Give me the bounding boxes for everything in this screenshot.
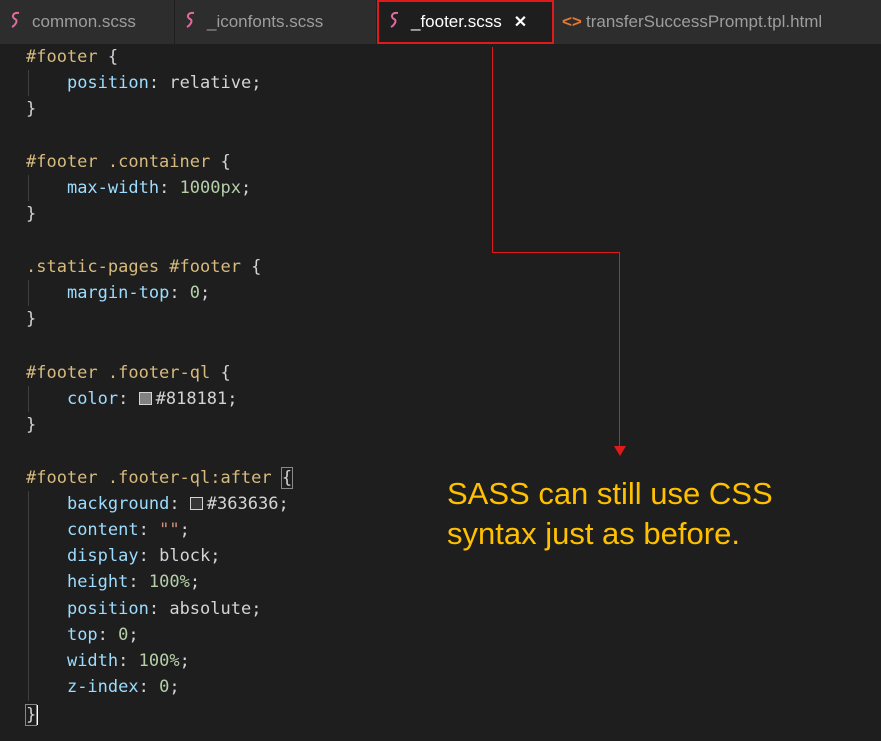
tab-label: transferSuccessPrompt.tpl.html [586, 12, 823, 31]
code-line: .static-pages #footer { [26, 257, 262, 277]
code-line: width: 100%; [66, 651, 190, 671]
code-line: margin-top: 0; [66, 283, 211, 303]
sass-icon [387, 11, 405, 34]
code-line: background: #363636; [66, 494, 289, 514]
tab-common-scss[interactable]: common.scss [0, 0, 175, 44]
tab-footer-scss[interactable]: _footer.scss ✕ [377, 0, 554, 44]
sass-icon [183, 11, 201, 34]
code-line: #footer .footer-ql { [26, 363, 231, 383]
html-icon: <> [562, 12, 582, 31]
annotation-line: syntax just as before. [447, 516, 740, 551]
code-line: top: 0; [66, 625, 139, 645]
code-line: } [26, 204, 37, 224]
code-line: } [26, 415, 37, 435]
code-line: max-width: 1000px; [66, 178, 252, 198]
code-line: #footer { [26, 47, 119, 67]
code-line: } [26, 99, 37, 119]
editor-window: common.scss _iconfonts.scss _footer.scss… [0, 0, 881, 741]
code-line: content: ""; [66, 520, 190, 540]
code-line: position: relative; [66, 73, 262, 93]
code-line: position: absolute; [66, 599, 262, 619]
annotation-line: SASS can still use CSS [447, 476, 773, 511]
annotation-connector [492, 252, 620, 253]
code-line: } [26, 309, 37, 329]
code-line: } [24, 702, 39, 728]
tab-bar: common.scss _iconfonts.scss _footer.scss… [0, 0, 881, 44]
matching-bracket: { [280, 467, 294, 489]
color-swatch[interactable] [138, 392, 152, 405]
code-line: display: block; [66, 546, 221, 566]
text-cursor [36, 705, 39, 725]
code-line: z-index: 0; [66, 677, 180, 697]
code-line: #footer .footer-ql:after { [26, 467, 294, 489]
annotation-connector [492, 47, 493, 253]
tab-transfer-success-prompt-html[interactable]: <> transferSuccessPrompt.tpl.html [554, 0, 881, 44]
code-line: color: #818181; [66, 389, 238, 409]
tab-label: _footer.scss [411, 12, 502, 31]
tab-iconfonts-scss[interactable]: _iconfonts.scss [175, 0, 377, 44]
arrow-down-icon [614, 446, 626, 456]
code-line: #footer .container { [26, 152, 231, 172]
code-editor[interactable]: #footer { position: relative; } #footer … [0, 44, 881, 741]
code-line: height: 100%; [66, 572, 201, 592]
annotation-connector [619, 252, 620, 448]
tab-label: common.scss [32, 12, 136, 31]
color-swatch[interactable] [189, 497, 203, 510]
tab-label: _iconfonts.scss [207, 12, 324, 31]
annotation-callout: SASS can still use CSS syntax just as be… [447, 474, 867, 554]
close-icon[interactable]: ✕ [514, 12, 527, 32]
matching-bracket: } [24, 704, 38, 726]
sass-icon [8, 11, 26, 34]
